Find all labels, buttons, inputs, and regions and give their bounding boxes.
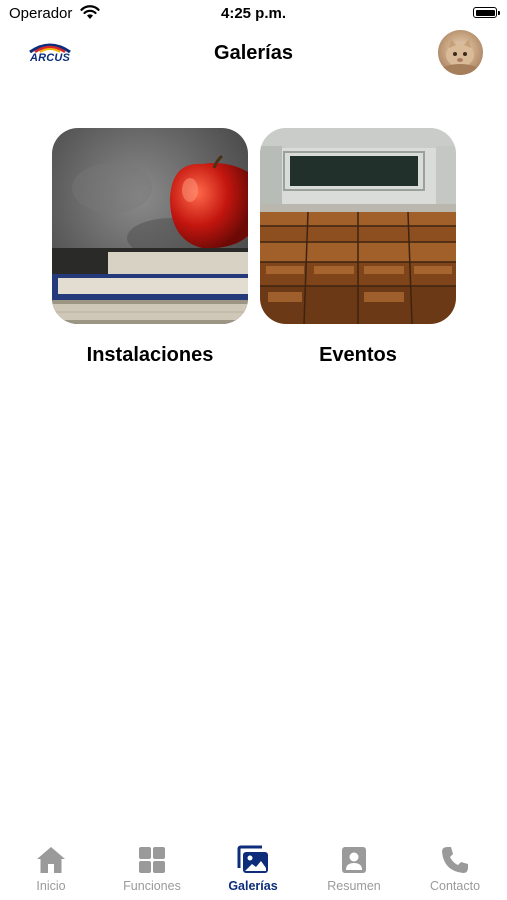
avatar[interactable] xyxy=(438,30,483,75)
grid-icon xyxy=(139,847,165,873)
tab-funciones[interactable]: Funciones xyxy=(102,844,202,893)
tab-label-funciones: Funciones xyxy=(123,879,181,893)
cat-photo xyxy=(442,39,478,75)
eventos-image[interactable] xyxy=(260,128,456,324)
phone-icon xyxy=(442,847,468,873)
gallery-card-instalaciones[interactable]: Instalaciones xyxy=(52,128,248,367)
page-title: Galerías xyxy=(214,42,293,64)
instalaciones-image[interactable] xyxy=(52,128,248,324)
gallery-icon xyxy=(237,845,268,873)
tab-galerias[interactable]: Galerías xyxy=(203,844,303,893)
tab-label-inicio: Inicio xyxy=(36,879,66,893)
tab-inicio[interactable]: Inicio xyxy=(1,844,101,893)
tab-label-galerias: Galerías xyxy=(228,879,278,893)
clock: 4:25 p.m. xyxy=(220,5,287,22)
person-icon xyxy=(342,847,366,873)
gallery-card-eventos[interactable]: Eventos xyxy=(260,128,456,367)
tab-bar: Inicio Funciones Galerías Resumen Contac… xyxy=(0,830,507,900)
tab-label-contacto: Contacto xyxy=(429,879,481,893)
tab-label-resumen: Resumen xyxy=(327,879,381,893)
battery-icon xyxy=(473,7,500,18)
tab-resumen[interactable]: Resumen xyxy=(304,844,404,893)
home-icon xyxy=(37,847,65,873)
gallery-label-eventos[interactable]: Eventos xyxy=(260,344,456,367)
tab-contacto[interactable]: Contacto xyxy=(405,844,505,893)
status-bar: Operador 4:25 p.m. xyxy=(0,0,507,28)
navigation-bar: ARCUS Galerías xyxy=(0,28,507,78)
gallery-label-instalaciones[interactable]: Instalaciones xyxy=(52,344,248,367)
